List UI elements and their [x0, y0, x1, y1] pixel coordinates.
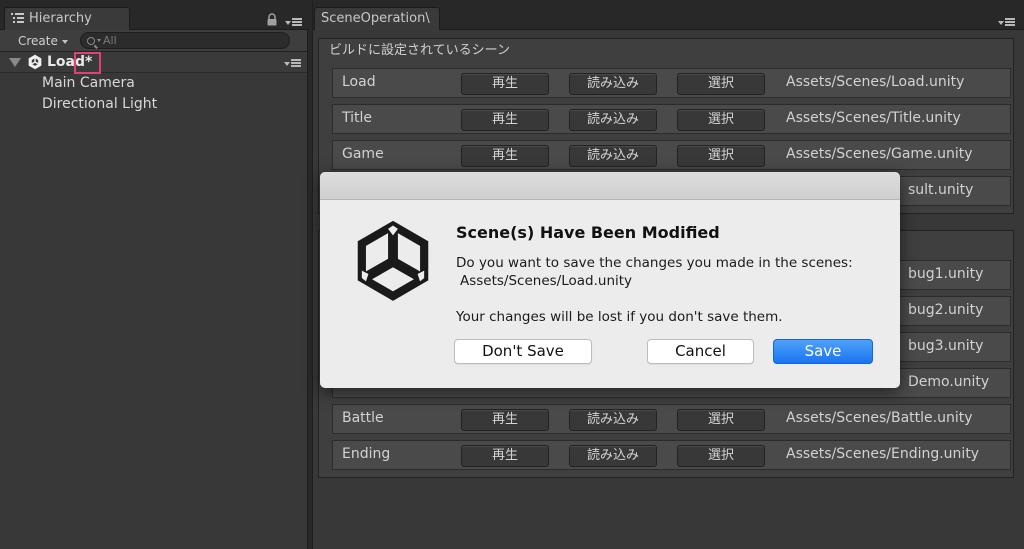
cancel-button[interactable]: Cancel — [647, 339, 754, 364]
scene-menu-icon[interactable] — [284, 58, 302, 68]
dialog-message: Do you want to save the changes you made… — [456, 255, 853, 271]
dialog-title: Scene(s) Have Been Modified — [456, 223, 720, 242]
hierarchy-search-input[interactable]: All — [80, 32, 290, 49]
chevron-down-icon — [62, 40, 68, 44]
dialog-title-bar[interactable] — [320, 172, 900, 200]
load-button[interactable]: 読み込み — [569, 445, 657, 467]
save-button[interactable]: Save — [773, 339, 873, 364]
hierarchy-tab[interactable]: Hierarchy — [4, 7, 130, 30]
scene-row-path: Assets/Scenes/Battle.unity — [786, 410, 973, 426]
hierarchy-item-main-camera[interactable]: Main Camera — [42, 74, 135, 92]
load-button[interactable]: 読み込み — [569, 145, 657, 167]
scene-operation-tab[interactable]: SceneOperation\ — [314, 7, 440, 30]
panel-menu-icon[interactable] — [998, 17, 1016, 27]
lock-icon[interactable] — [266, 13, 278, 26]
modified-marker-highlight — [74, 52, 101, 74]
select-button[interactable]: 選択 — [677, 73, 765, 95]
scene-row: Game 再生 読み込み 選択 Assets/Scenes/Game.unity — [332, 140, 1011, 170]
scene-header-row[interactable]: Load* — [0, 52, 307, 73]
panel-menu-icon[interactable] — [285, 17, 303, 27]
scene-row-path: Demo.unity — [908, 374, 990, 390]
search-dropdown-icon — [97, 39, 101, 42]
play-button[interactable]: 再生 — [461, 409, 549, 431]
scene-row-path: Assets/Scenes/Title.unity — [786, 110, 961, 126]
play-button[interactable]: 再生 — [461, 445, 549, 467]
search-icon — [87, 37, 95, 45]
list-icon — [11, 13, 24, 23]
scene-row: Battle 再生 読み込み 選択 Assets/Scenes/Battle.u… — [332, 404, 1011, 434]
select-button[interactable]: 選択 — [677, 145, 765, 167]
scene-row-name: Battle — [342, 410, 384, 426]
hierarchy-tab-bar: Hierarchy — [0, 0, 308, 30]
scene-row-path: Assets/Scenes/Game.unity — [786, 146, 973, 162]
dialog-scene-path: Assets/Scenes/Load.unity — [460, 273, 633, 289]
build-scenes-group-title: ビルドに設定されているシーン — [329, 43, 510, 58]
unity-editor-window: Hierarchy Create All Load* Main Camera D… — [0, 0, 1024, 549]
scene-row-name: Title — [342, 110, 373, 126]
scene-row-name: Ending — [342, 446, 391, 462]
scene-operation-tab-bar: SceneOperation\ — [313, 0, 1024, 30]
unity-scene-icon — [28, 54, 42, 70]
scene-row-path: bug3.unity — [908, 338, 984, 354]
scene-row-name: Game — [342, 146, 384, 162]
play-button[interactable]: 再生 — [461, 73, 549, 95]
create-label: Create — [18, 34, 58, 48]
select-button[interactable]: 選択 — [677, 409, 765, 431]
select-button[interactable]: 選択 — [677, 109, 765, 131]
scene-row-path: Assets/Scenes/Ending.unity — [786, 446, 980, 462]
save-changes-dialog: Scene(s) Have Been Modified Do you want … — [320, 172, 900, 388]
scene-row: Ending 再生 読み込み 選択 Assets/Scenes/Ending.u… — [332, 440, 1011, 470]
scene-row: Title 再生 読み込み 選択 Assets/Scenes/Title.uni… — [332, 104, 1011, 134]
scene-row-path: Assets/Scenes/Load.unity — [786, 74, 965, 90]
unity-logo-icon — [357, 220, 429, 301]
foldout-arrow-icon[interactable] — [9, 58, 21, 67]
play-button[interactable]: 再生 — [461, 145, 549, 167]
hierarchy-tab-label: Hierarchy — [29, 11, 92, 26]
scene-row-name: Load — [342, 74, 376, 90]
play-button[interactable]: 再生 — [461, 109, 549, 131]
hierarchy-panel: Hierarchy Create All Load* Main Camera D… — [0, 0, 308, 549]
load-button[interactable]: 読み込み — [569, 73, 657, 95]
scene-row-path: sult.unity — [908, 182, 974, 198]
scene-row-path: bug2.unity — [908, 302, 984, 318]
load-button[interactable]: 読み込み — [569, 409, 657, 431]
dont-save-button[interactable]: Don't Save — [454, 339, 592, 364]
dialog-note: Your changes will be lost if you don't s… — [456, 309, 783, 325]
search-placeholder: All — [103, 34, 117, 47]
create-dropdown-button[interactable]: Create — [10, 32, 72, 50]
scene-row-path: bug1.unity — [908, 266, 984, 282]
hierarchy-toolbar: Create All — [0, 30, 307, 52]
scene-row: Load 再生 読み込み 選択 Assets/Scenes/Load.unity — [332, 68, 1011, 98]
hierarchy-item-directional-light[interactable]: Directional Light — [42, 95, 157, 113]
select-button[interactable]: 選択 — [677, 445, 765, 467]
load-button[interactable]: 読み込み — [569, 109, 657, 131]
